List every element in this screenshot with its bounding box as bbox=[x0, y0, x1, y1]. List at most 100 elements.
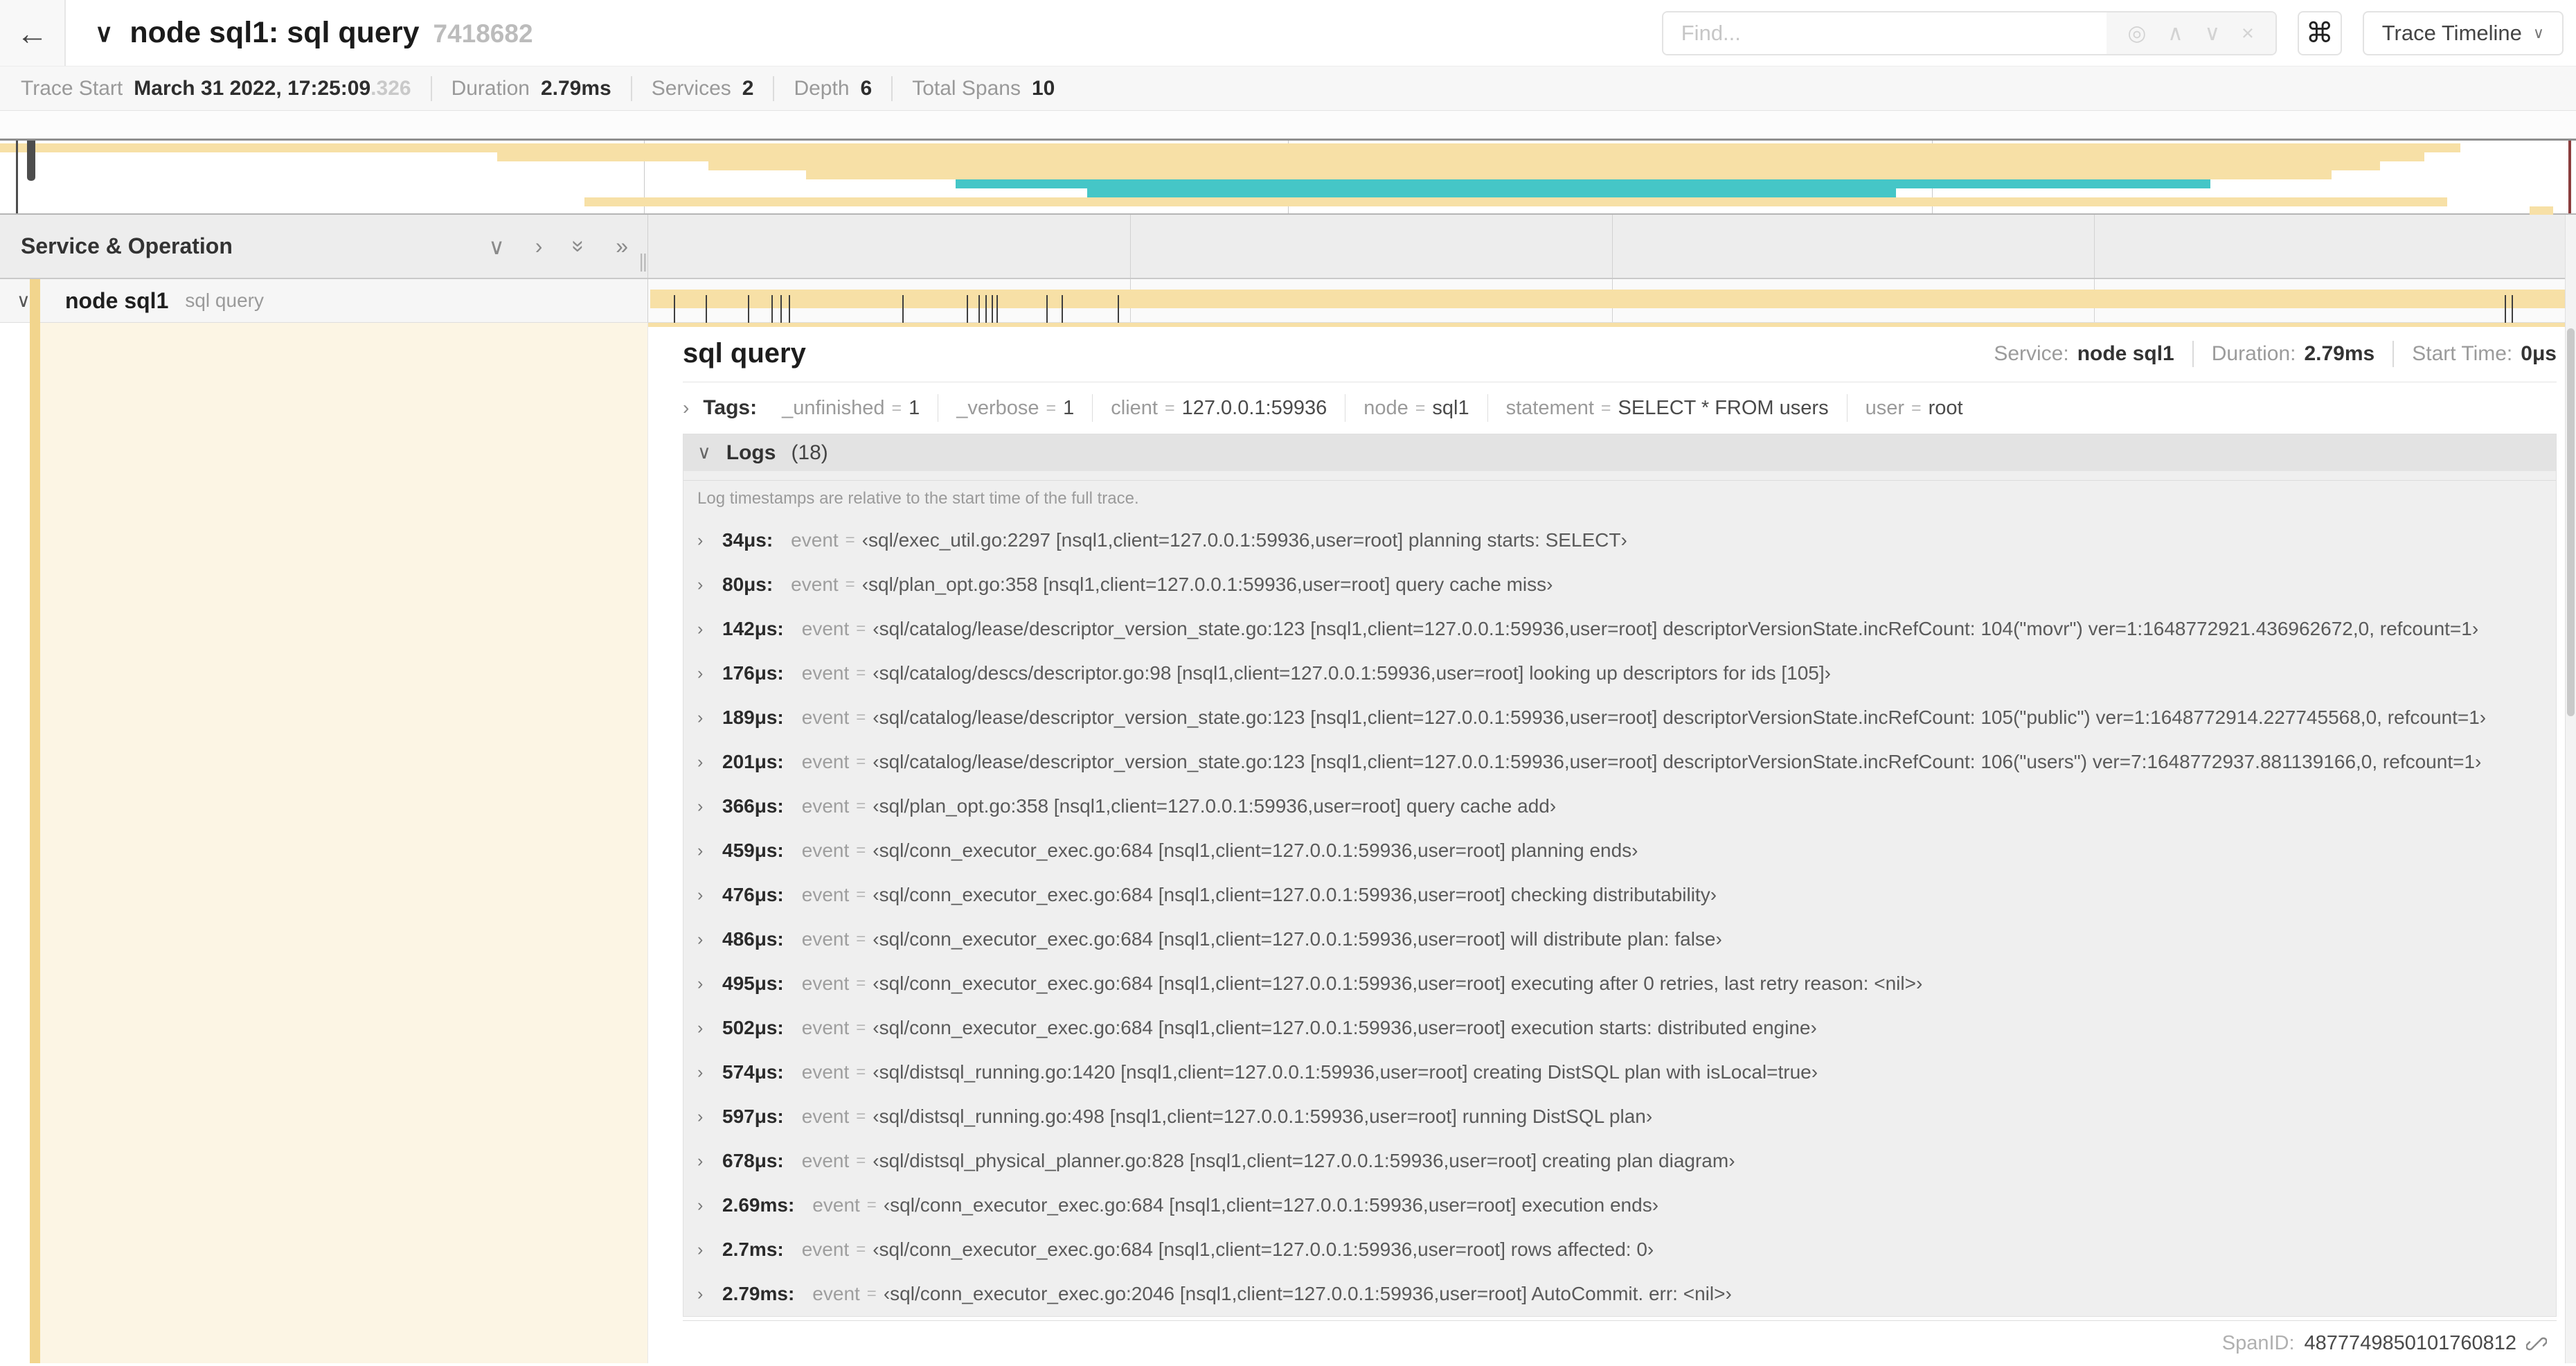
tag-key: statement bbox=[1505, 396, 1594, 419]
span-row-name-cell[interactable]: ∨ node sql1 sql query bbox=[0, 279, 647, 322]
log-expand-icon[interactable]: › bbox=[697, 1240, 722, 1260]
log-entry[interactable]: › 34μs: event = ‹sql/exec_util.go:2297 [… bbox=[683, 518, 2556, 562]
log-entry[interactable]: › 502μs: event = ‹sql/conn_executor_exec… bbox=[683, 1006, 2556, 1050]
equals-sign: = bbox=[856, 664, 866, 682]
log-expand-icon[interactable]: › bbox=[697, 1107, 722, 1127]
log-entry[interactable]: › 2.79ms: event = ‹sql/conn_executor_exe… bbox=[683, 1272, 2556, 1316]
log-expand-icon[interactable]: › bbox=[697, 575, 722, 595]
log-entry[interactable]: › 495μs: event = ‹sql/conn_executor_exec… bbox=[683, 961, 2556, 1006]
log-marker-tick bbox=[967, 295, 969, 324]
span-duration-bar[interactable] bbox=[650, 290, 2575, 324]
collapse-all-icon[interactable]: » bbox=[566, 240, 592, 253]
logs-header[interactable]: ∨ Logs (18) bbox=[683, 434, 2556, 471]
vertical-scrollbar[interactable] bbox=[2565, 215, 2576, 1363]
span-id-label: SpanID: bbox=[2221, 1332, 2295, 1354]
trace-collapse-icon[interactable]: ∨ bbox=[95, 19, 113, 48]
search-input[interactable] bbox=[1663, 12, 2107, 54]
divider bbox=[2192, 340, 2194, 367]
back-arrow-icon: ← bbox=[16, 15, 48, 51]
log-expand-icon[interactable]: › bbox=[697, 885, 722, 905]
tags-label: Tags: bbox=[703, 396, 758, 419]
summary-value: 10 bbox=[1031, 76, 1055, 100]
log-entry[interactable]: › 486μs: event = ‹sql/conn_executor_exec… bbox=[683, 917, 2556, 961]
log-entry[interactable]: › 2.69ms: event = ‹sql/conn_executor_exe… bbox=[683, 1183, 2556, 1227]
scrollbar-thumb[interactable] bbox=[2567, 328, 2575, 716]
log-expand-icon[interactable]: › bbox=[697, 1151, 722, 1171]
close-icon[interactable]: × bbox=[2242, 21, 2254, 46]
log-entry[interactable]: › 366μs: event = ‹sql/plan_opt.go:358 [n… bbox=[683, 784, 2556, 828]
log-marker-tick bbox=[996, 295, 998, 324]
tags-expand-icon[interactable]: › bbox=[683, 397, 689, 419]
log-expand-icon[interactable]: › bbox=[697, 1284, 722, 1304]
trace-view-selector[interactable]: Trace Timeline ∨ bbox=[2362, 10, 2564, 55]
log-expand-icon[interactable]: › bbox=[697, 797, 722, 817]
divider bbox=[2392, 340, 2395, 367]
link-icon[interactable] bbox=[2526, 1333, 2547, 1354]
log-expand-icon[interactable]: › bbox=[697, 1063, 722, 1083]
log-expand-icon[interactable]: › bbox=[697, 708, 722, 728]
locate-icon[interactable]: ◎ bbox=[2127, 21, 2146, 46]
log-entry[interactable]: › 80μs: event = ‹sql/plan_opt.go:358 [ns… bbox=[683, 562, 2556, 607]
find-tools: ◎ ∧ ∨ × bbox=[2106, 12, 2275, 54]
log-entry[interactable]: › 597μs: event = ‹sql/distsql_running.go… bbox=[683, 1094, 2556, 1139]
span-collapse-icon[interactable]: ∨ bbox=[17, 290, 30, 312]
log-expand-icon[interactable]: › bbox=[697, 752, 722, 772]
log-field-value: ‹sql/conn_executor_exec.go:684 [nsql1,cl… bbox=[873, 1017, 1817, 1038]
minimap-span-bar bbox=[584, 197, 2447, 206]
log-expand-icon[interactable]: › bbox=[697, 619, 722, 639]
log-expand-icon[interactable]: › bbox=[697, 664, 722, 684]
logs-collapse-icon[interactable]: ∨ bbox=[697, 442, 711, 463]
log-field-key: event bbox=[801, 1239, 850, 1260]
axis-gridline bbox=[1130, 215, 1131, 278]
tag-key: node bbox=[1363, 396, 1408, 419]
log-expand-icon[interactable]: › bbox=[697, 531, 722, 551]
log-entry[interactable]: › 574μs: event = ‹sql/distsql_running.go… bbox=[683, 1050, 2556, 1094]
command-icon: ⌘ bbox=[2305, 17, 2334, 48]
log-expand-icon[interactable]: › bbox=[697, 1018, 722, 1038]
keyboard-shortcuts-button[interactable]: ⌘ bbox=[2297, 10, 2342, 55]
log-entry[interactable]: › 2.7ms: event = ‹sql/conn_executor_exec… bbox=[683, 1227, 2556, 1272]
right-scrubber[interactable] bbox=[2568, 141, 2571, 213]
caret-down-icon: ∨ bbox=[2532, 24, 2544, 42]
divider bbox=[630, 76, 632, 101]
minimap-span-bar bbox=[806, 170, 2332, 179]
equals-sign: = bbox=[1164, 398, 1175, 418]
collapse-one-icon[interactable]: ∨ bbox=[488, 233, 504, 260]
log-entry[interactable]: › 459μs: event = ‹sql/conn_executor_exec… bbox=[683, 828, 2556, 873]
tag-value: sql1 bbox=[1432, 396, 1469, 419]
log-expand-icon[interactable]: › bbox=[697, 974, 722, 994]
left-scrubber[interactable] bbox=[16, 141, 35, 213]
tags-row[interactable]: › Tags: _unfinished = 1 _verbose = 1 cli… bbox=[683, 388, 2557, 428]
expand-all-icon[interactable]: » bbox=[616, 233, 628, 259]
log-field-value: ‹sql/conn_executor_exec.go:684 [nsql1,cl… bbox=[883, 1194, 1659, 1216]
back-button[interactable]: ← bbox=[0, 0, 66, 66]
log-entry[interactable]: › 142μs: event = ‹sql/catalog/lease/desc… bbox=[683, 607, 2556, 651]
log-expand-icon[interactable]: › bbox=[697, 841, 722, 861]
log-field-value: ‹sql/conn_executor_exec.go:684 [nsql1,cl… bbox=[873, 840, 1638, 861]
tag-item: user = root bbox=[1829, 394, 1963, 422]
log-entry[interactable]: › 189μs: event = ‹sql/catalog/lease/desc… bbox=[683, 695, 2556, 740]
chevron-down-icon[interactable]: ∨ bbox=[2205, 21, 2221, 46]
chevron-up-icon[interactable]: ∧ bbox=[2167, 21, 2183, 46]
log-marker-tick bbox=[1118, 295, 1120, 324]
equals-sign: = bbox=[845, 531, 855, 549]
column-resize-handle[interactable]: || bbox=[638, 250, 647, 272]
span-row-timeline-cell[interactable] bbox=[647, 279, 2576, 324]
log-entry[interactable]: › 201μs: event = ‹sql/catalog/lease/desc… bbox=[683, 740, 2556, 784]
log-field-value: ‹sql/catalog/descs/descriptor.go:98 [nsq… bbox=[873, 662, 1831, 684]
summary-label: Services bbox=[651, 76, 731, 100]
log-field-value: ‹sql/catalog/lease/descriptor_version_st… bbox=[873, 618, 2479, 639]
equals-sign: = bbox=[1046, 398, 1057, 418]
view-selector-label: Trace Timeline bbox=[2381, 20, 2522, 45]
log-marker-tick bbox=[978, 295, 980, 324]
minimap-graph[interactable] bbox=[0, 139, 2576, 215]
log-entry[interactable]: › 476μs: event = ‹sql/conn_executor_exec… bbox=[683, 873, 2556, 917]
left-scrubber-handle[interactable] bbox=[27, 141, 35, 181]
log-entry[interactable]: › 176μs: event = ‹sql/catalog/descs/desc… bbox=[683, 651, 2556, 695]
log-expand-icon[interactable]: › bbox=[697, 1196, 722, 1216]
expand-one-icon[interactable]: › bbox=[535, 233, 543, 259]
log-field-key: event bbox=[801, 751, 850, 772]
log-expand-icon[interactable]: › bbox=[697, 930, 722, 950]
log-entry[interactable]: › 678μs: event = ‹sql/distsql_physical_p… bbox=[683, 1139, 2556, 1183]
detail-top-accent bbox=[648, 323, 2576, 327]
